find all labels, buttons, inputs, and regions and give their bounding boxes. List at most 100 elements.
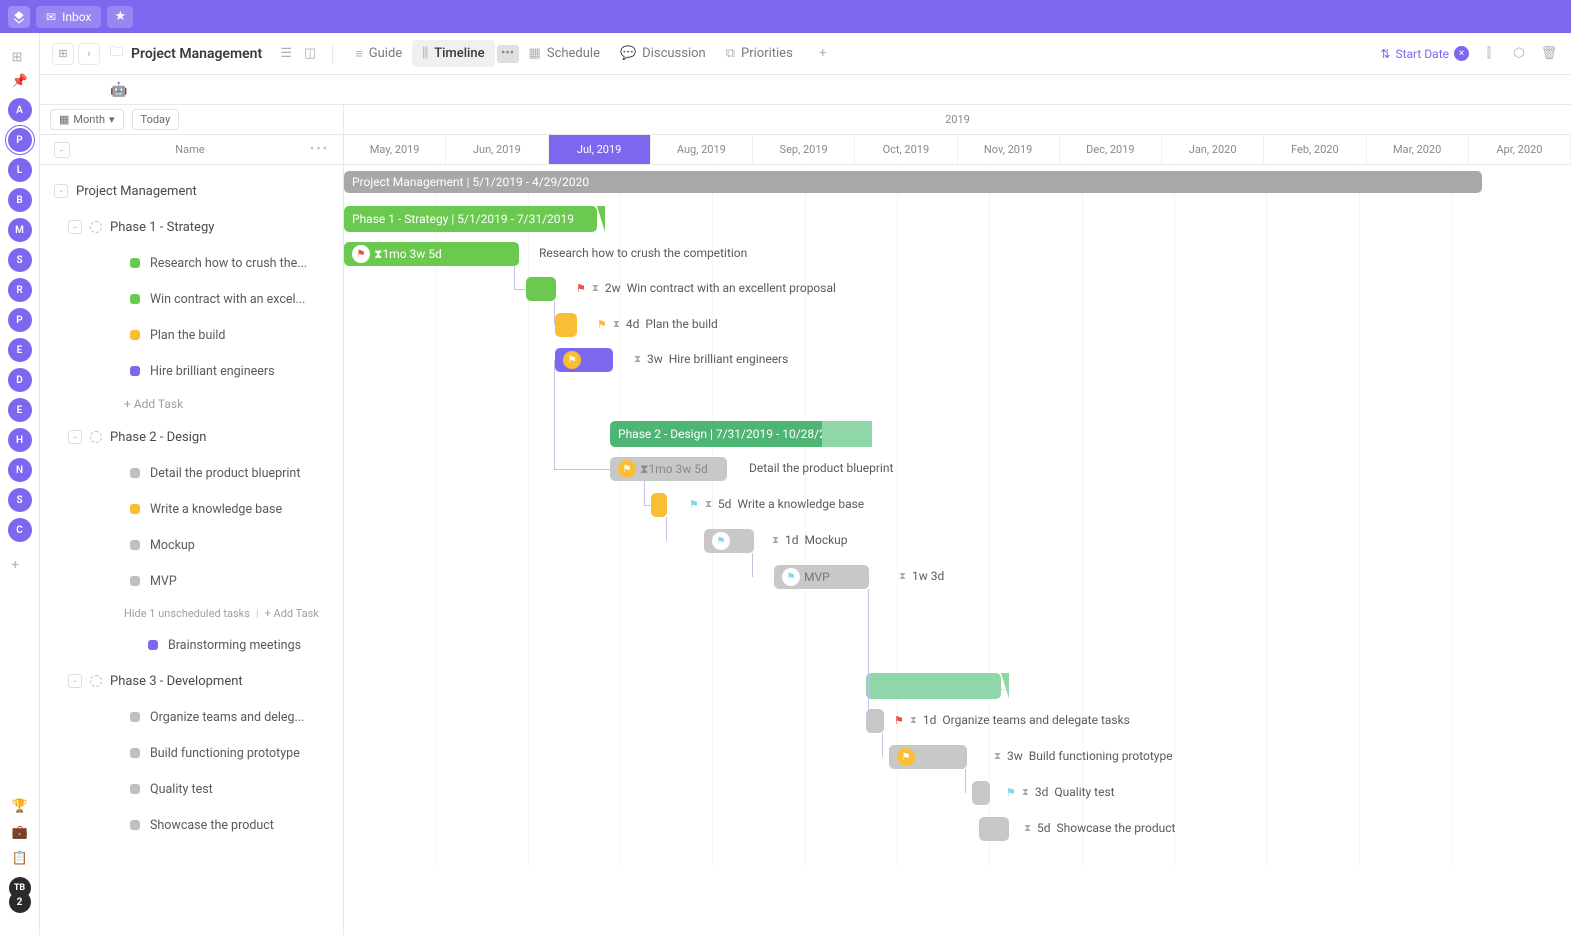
month-header[interactable]: Sep, 2019 [753, 135, 855, 164]
gantt-task-bar[interactable]: ⚑ [704, 529, 754, 553]
avatar-d[interactable]: D [8, 368, 32, 392]
avatar-e[interactable]: E [8, 398, 32, 422]
month-header[interactable]: May, 2019 [344, 135, 446, 164]
expand-icon[interactable]: − [68, 674, 82, 688]
tree-task[interactable]: Mockup [40, 527, 343, 563]
tree-task[interactable]: Detail the product blueprint [40, 455, 343, 491]
avatar-l[interactable]: L [8, 158, 32, 182]
month-header[interactable]: Jun, 2019 [446, 135, 548, 164]
month-header[interactable]: Oct, 2019 [855, 135, 957, 164]
add-icon[interactable]: + [12, 558, 28, 574]
collapse-sidebar-icon[interactable]: ← [54, 142, 70, 158]
tree-task[interactable]: Organize teams and deleg... [40, 699, 343, 735]
tree-task[interactable]: Plan the build [40, 317, 343, 353]
avatar-p[interactable]: P [8, 128, 32, 152]
add-view-icon[interactable]: + [813, 46, 833, 61]
list-icon[interactable]: ☰ [276, 46, 296, 61]
gantt-root-bar[interactable]: Project Management | 5/1/2019 - 4/29/202… [344, 171, 1482, 193]
gantt-phase1-bar[interactable]: Phase 1 - Strategy | 5/1/2019 - 7/31/201… [344, 206, 597, 232]
add-task-link[interactable]: + Add Task [40, 389, 343, 419]
expand-icon[interactable]: − [54, 184, 68, 198]
gantt-task-bar[interactable] [651, 493, 667, 517]
gantt-phase2-bar[interactable]: Phase 2 - Design | 7/31/2019 - 10/28/201… [610, 421, 858, 447]
avatar-a[interactable]: A [8, 98, 32, 122]
share-icon[interactable]: ⬡ [1509, 46, 1529, 61]
hide-link[interactable]: Hide 1 unscheduled tasks [124, 607, 250, 620]
month-header[interactable]: Jul, 2019 [549, 135, 651, 164]
view-tab-schedule[interactable]: ▦Schedule [519, 40, 610, 67]
app-logo-icon[interactable] [8, 6, 30, 28]
month-header[interactable]: Dec, 2019 [1060, 135, 1162, 164]
avatar-s[interactable]: S [8, 488, 32, 512]
view-tab-guide[interactable]: ≡Guide [345, 40, 412, 68]
avatar-c[interactable]: C [8, 518, 32, 542]
tree-root[interactable]: −Project Management [40, 173, 343, 209]
project-title[interactable]: Project Management [131, 46, 262, 62]
briefcase-icon[interactable]: 💼 [12, 825, 28, 841]
avatar-m[interactable]: M [8, 218, 32, 242]
gantt-task-bar[interactable] [555, 313, 577, 337]
gantt-task-bar[interactable]: ⚑⧗ 1mo 3w 5d [344, 242, 519, 266]
month-header[interactable]: Jan, 2020 [1162, 135, 1264, 164]
tree-task[interactable]: MVP [40, 563, 343, 599]
month-header[interactable]: Feb, 2020 [1264, 135, 1366, 164]
trash-icon[interactable]: 🗑 [1539, 46, 1559, 61]
gantt-task-bar[interactable]: ⚑ [889, 745, 967, 769]
gantt-task-bar[interactable]: ⚑ [555, 348, 613, 372]
pin-icon[interactable]: 📌 [12, 74, 28, 90]
sort-clear-icon[interactable]: × [1454, 46, 1469, 61]
clipboard-icon[interactable]: 📋 [12, 851, 28, 867]
tree-group[interactable]: −Phase 2 - Design [40, 419, 343, 455]
avatar-s[interactable]: S [8, 248, 32, 272]
inbox-button[interactable]: ✉Inbox [36, 6, 101, 28]
tree-task[interactable]: Showcase the product [40, 807, 343, 843]
avatar-e[interactable]: E [8, 338, 32, 362]
gantt-phase3-bar[interactable]: Phase 3 - Development... [866, 673, 1001, 699]
avatar-n[interactable]: N [8, 458, 32, 482]
tree-task[interactable]: Build functioning prototype [40, 735, 343, 771]
grid-toggle-icon[interactable]: ⊞ [52, 43, 74, 65]
gantt-chart[interactable]: 2019 May, 2019Jun, 2019Jul, 2019Aug, 201… [344, 105, 1571, 935]
view-more-icon[interactable]: ••• [497, 45, 519, 63]
tree-task[interactable]: Win contract with an excel... [40, 281, 343, 317]
month-header[interactable]: Nov, 2019 [958, 135, 1060, 164]
tree-task[interactable]: Write a knowledge base [40, 491, 343, 527]
tree-task[interactable]: Hire brilliant engineers [40, 353, 343, 389]
robot-icon[interactable]: 🤖 [110, 82, 127, 98]
columns-icon[interactable]: ◫ [300, 46, 320, 61]
gantt-task-bar[interactable] [972, 781, 990, 805]
gantt-task-bar[interactable]: ⚑MVP [774, 565, 869, 589]
favorite-button[interactable]: ★ [107, 6, 133, 28]
avatar-b[interactable]: B [8, 188, 32, 212]
view-tab-discussion[interactable]: 💬Discussion [610, 40, 716, 67]
group-name: Phase 1 - Strategy [110, 220, 214, 235]
avatar-r[interactable]: R [8, 278, 32, 302]
gantt-task-bar[interactable] [526, 277, 556, 301]
expand-icon[interactable]: − [68, 430, 82, 444]
settings-icon[interactable]: ⫿ [1479, 46, 1499, 61]
tree-group[interactable]: − Phase 1 - Strategy [40, 209, 343, 245]
today-button[interactable]: Today [132, 109, 180, 130]
sidebar-more-icon[interactable]: ••• [310, 142, 329, 157]
avatar-h[interactable]: H [8, 428, 32, 452]
expand-icon[interactable]: − [68, 220, 82, 234]
expand-chevron-icon[interactable]: › [78, 43, 100, 65]
month-header[interactable]: Mar, 2020 [1367, 135, 1469, 164]
gantt-task-bar[interactable]: ⚑⧗ 1mo 3w 5d [610, 457, 727, 481]
gantt-task-bar[interactable] [979, 817, 1009, 841]
month-header[interactable]: Aug, 2019 [651, 135, 753, 164]
apps-icon[interactable]: ⊞ [12, 50, 28, 66]
user-badge[interactable]: TB 2 [9, 877, 31, 899]
tree-task[interactable]: Quality test [40, 771, 343, 807]
sort-button[interactable]: ⇅ Start Date × [1380, 46, 1469, 61]
add-task-link[interactable]: + Add Task [265, 607, 319, 620]
tree-subtask[interactable]: Brainstorming meetings [40, 627, 343, 663]
tree-group[interactable]: −Phase 3 - Development [40, 663, 343, 699]
view-tab-priorities[interactable]: ⧉Priorities [716, 40, 803, 67]
trophy-icon[interactable]: 🏆 [12, 799, 28, 815]
avatar-p[interactable]: P [8, 308, 32, 332]
tree-task[interactable]: Research how to crush the... [40, 245, 343, 281]
view-tab-timeline[interactable]: ⫼Timeline [412, 40, 494, 67]
month-header[interactable]: Apr, 2020 [1469, 135, 1571, 164]
scale-selector[interactable]: ▦Month▾ [50, 109, 124, 130]
